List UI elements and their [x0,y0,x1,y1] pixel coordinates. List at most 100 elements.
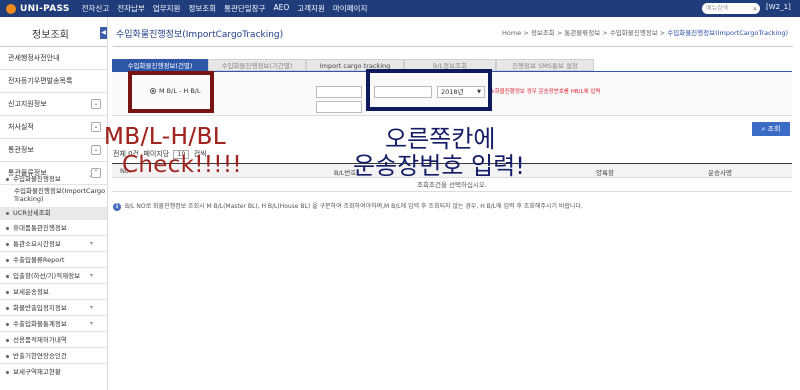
tab-sms-setting[interactable]: 진행정보 SMS통보 설정 [496,59,594,71]
annotation-text: 운송장번호 입력! [353,152,525,180]
input-note: ※화물진행정보 경우 운송장번호를 HB/L에 입력 [490,89,601,95]
breadcrumb-item[interactable]: Home [502,29,521,37]
sidebar-item[interactable]: 관세행정사전안내 [0,47,107,70]
sub-item[interactable]: 보세구역재고현황 [0,364,107,380]
bullet-icon [6,322,9,326]
sidebar-item[interactable]: 처사실적 ⌄ [0,116,107,139]
chevron-down-icon: ▾ [89,240,93,247]
sub-item-active[interactable]: 수입화물진행정보(ImportCargo Tracking) [0,185,107,207]
breadcrumb-item[interactable]: 통관물류정보 [564,29,600,37]
sub-item[interactable]: 통관소요시간정보 ▾ [0,236,107,252]
bullet-icon [6,370,9,374]
bullet-icon [6,242,9,246]
info-icon: i [113,203,121,211]
sub-item-label: 보세운송정보 [13,288,49,296]
column-header: 양륙항 [596,169,614,177]
chevron-down-icon: ▾ [89,320,93,327]
column-header: 운송사명 [708,169,732,177]
sub-item[interactable]: 수입화물진행정보 ⌃ [0,173,107,185]
logo-text: UNI-PASS [20,3,70,14]
sub-item[interactable]: 보세운송정보 [0,284,107,300]
menu-item[interactable]: 통관단일창구 [224,3,265,14]
sub-item-label: 선용품적재허가내역 [13,336,67,344]
search-icon: ⌕ [761,125,766,133]
logo-icon [6,3,16,14]
sub-item[interactable]: 화물반출입정지정보 ▾ [0,300,107,316]
bullet-icon [6,338,9,342]
sidebar-item-label: 처사실적 [8,123,34,131]
breadcrumb: Home > 정보조회 > 통관물류정보 > 수입화물진행정보 > 수입화물진행… [502,29,788,37]
sidebar-item[interactable]: 신고지원정보 ⌄ [0,93,107,116]
sidebar-header: 정보조회 ◀ [0,17,107,47]
expand-icon[interactable]: ⌄ [91,99,101,109]
collapse-icon[interactable]: ◀ [100,27,107,39]
highlight-box-navy [366,69,492,111]
mbl-input[interactable] [316,86,362,98]
sub-item-label: 통관소요시간정보 [13,240,61,248]
sub-item[interactable]: 휴대품통관진행정보 [0,220,107,236]
sidebar-item-label: 관세행정사전안내 [8,54,60,62]
bullet-icon [6,274,9,278]
info-note: i B/L NO로 화물진행정보 조회시 M B/L(Master BL), H … [113,201,583,211]
menu-item[interactable]: 정보조회 [188,3,216,14]
chevron-down-icon: ▾ [89,272,93,279]
sub-item-label: 화물반출입정지정보 [13,304,67,312]
user-id[interactable]: [W2_1] [766,3,791,11]
sub-item-label: 반출기한연장승인건 [13,352,67,360]
sub-item[interactable]: 수출입화물통계정보 ▾ [0,316,107,332]
search-button-label: 조회 [767,125,781,133]
breadcrumb-item[interactable]: 수입화물진행정보 [610,29,658,37]
bullet-icon [6,290,9,294]
menu-item[interactable]: 고객지원 [297,3,325,14]
divider [113,46,793,47]
search-icon[interactable]: ⌕ [753,4,757,15]
top-navigation-bar: UNI-PASS 전자신고 전자납부 업무지원 정보조회 통관단일창구 AEO … [0,0,800,17]
sidebar-item[interactable]: 전자등기우편발송목록 [0,70,107,93]
sub-item[interactable]: 반출기한연장승인건 [0,348,107,364]
sub-item-label: 수입화물진행정보 [13,175,61,183]
expand-icon[interactable]: ⌄ [91,122,101,132]
tab-single[interactable]: 수입화물진행정보(건별) [112,59,208,71]
menu-item[interactable]: 업무지원 [153,3,181,14]
chevron-down-icon: ▾ [89,304,93,311]
sidebar-title: 정보조회 [32,30,69,41]
sub-item-label: 수출입물류Report [13,256,65,264]
sub-item-label: 휴대품통관진행정보 [13,224,67,232]
tab-period[interactable]: 수입화물진행정보(기간별) [208,59,306,71]
menu-item[interactable]: 전자신고 [82,3,110,14]
bullet-icon [6,306,9,310]
bullet-icon [6,354,9,358]
menu-item[interactable]: AEO [273,3,289,14]
sidebar-item-label: 통관정보 [8,146,34,154]
menu-item[interactable]: 전자납부 [117,3,145,14]
sub-item[interactable]: UCR상세조회 [0,207,107,220]
sidebar-item-label: 신고지원정보 [8,100,47,108]
sub-item-label: 수출입화물통계정보 [13,320,67,328]
sidebar: 정보조회 ◀ 관세행정사전안내 전자등기우편발송목록 신고지원정보 ⌄ 처사실적 ⌄… [0,17,108,390]
bullet-icon [6,226,9,230]
menu-search-input[interactable]: 메뉴검색 ⌕ [702,3,760,14]
menu-item[interactable]: 마이페이지 [333,3,368,14]
tab-bar: 수입화물진행정보(건별) 수입화물진행정보(기간별) Import cargo … [112,59,594,71]
page-title: 수입화물진행정보(ImportCargoTracking) [116,30,284,40]
search-button[interactable]: ⌕ 조회 [752,122,790,136]
bullet-icon [6,211,9,215]
sub-item[interactable]: 선용품적재허가내역 [0,332,107,348]
sidebar-item[interactable]: 통관정보 ⌄ [0,139,107,162]
logo[interactable]: UNI-PASS [6,3,70,14]
sub-item-label: 입출항(하선/기)적재정보 [13,272,81,280]
sidebar-item-label: 전자등기우편발송목록 [8,77,73,85]
info-note-text: B/L NO로 화물진행정보 조회시 M B/L(Master BL), H B… [125,203,583,210]
highlight-box-red [128,71,214,113]
global-menu: 전자신고 전자납부 업무지원 정보조회 통관단일창구 AEO 고객지원 마이페이… [82,3,376,14]
sub-item[interactable]: 입출항(하선/기)적재정보 ▾ [0,268,107,284]
sub-item-label: UCR상세조회 [13,209,51,217]
annotation-text: Check!!!!! [122,152,242,178]
sub-item-label: 수입화물진행정보(ImportCargo Tracking) [14,187,106,203]
bullet-icon [6,258,9,262]
sub-item[interactable]: 수출입물류Report [0,252,107,268]
annotation-text: MB/L-H/BL [104,124,227,150]
cargo-no-input[interactable] [316,101,362,113]
expand-icon[interactable]: ⌄ [91,145,101,155]
breadcrumb-item[interactable]: 정보조회 [531,29,555,37]
